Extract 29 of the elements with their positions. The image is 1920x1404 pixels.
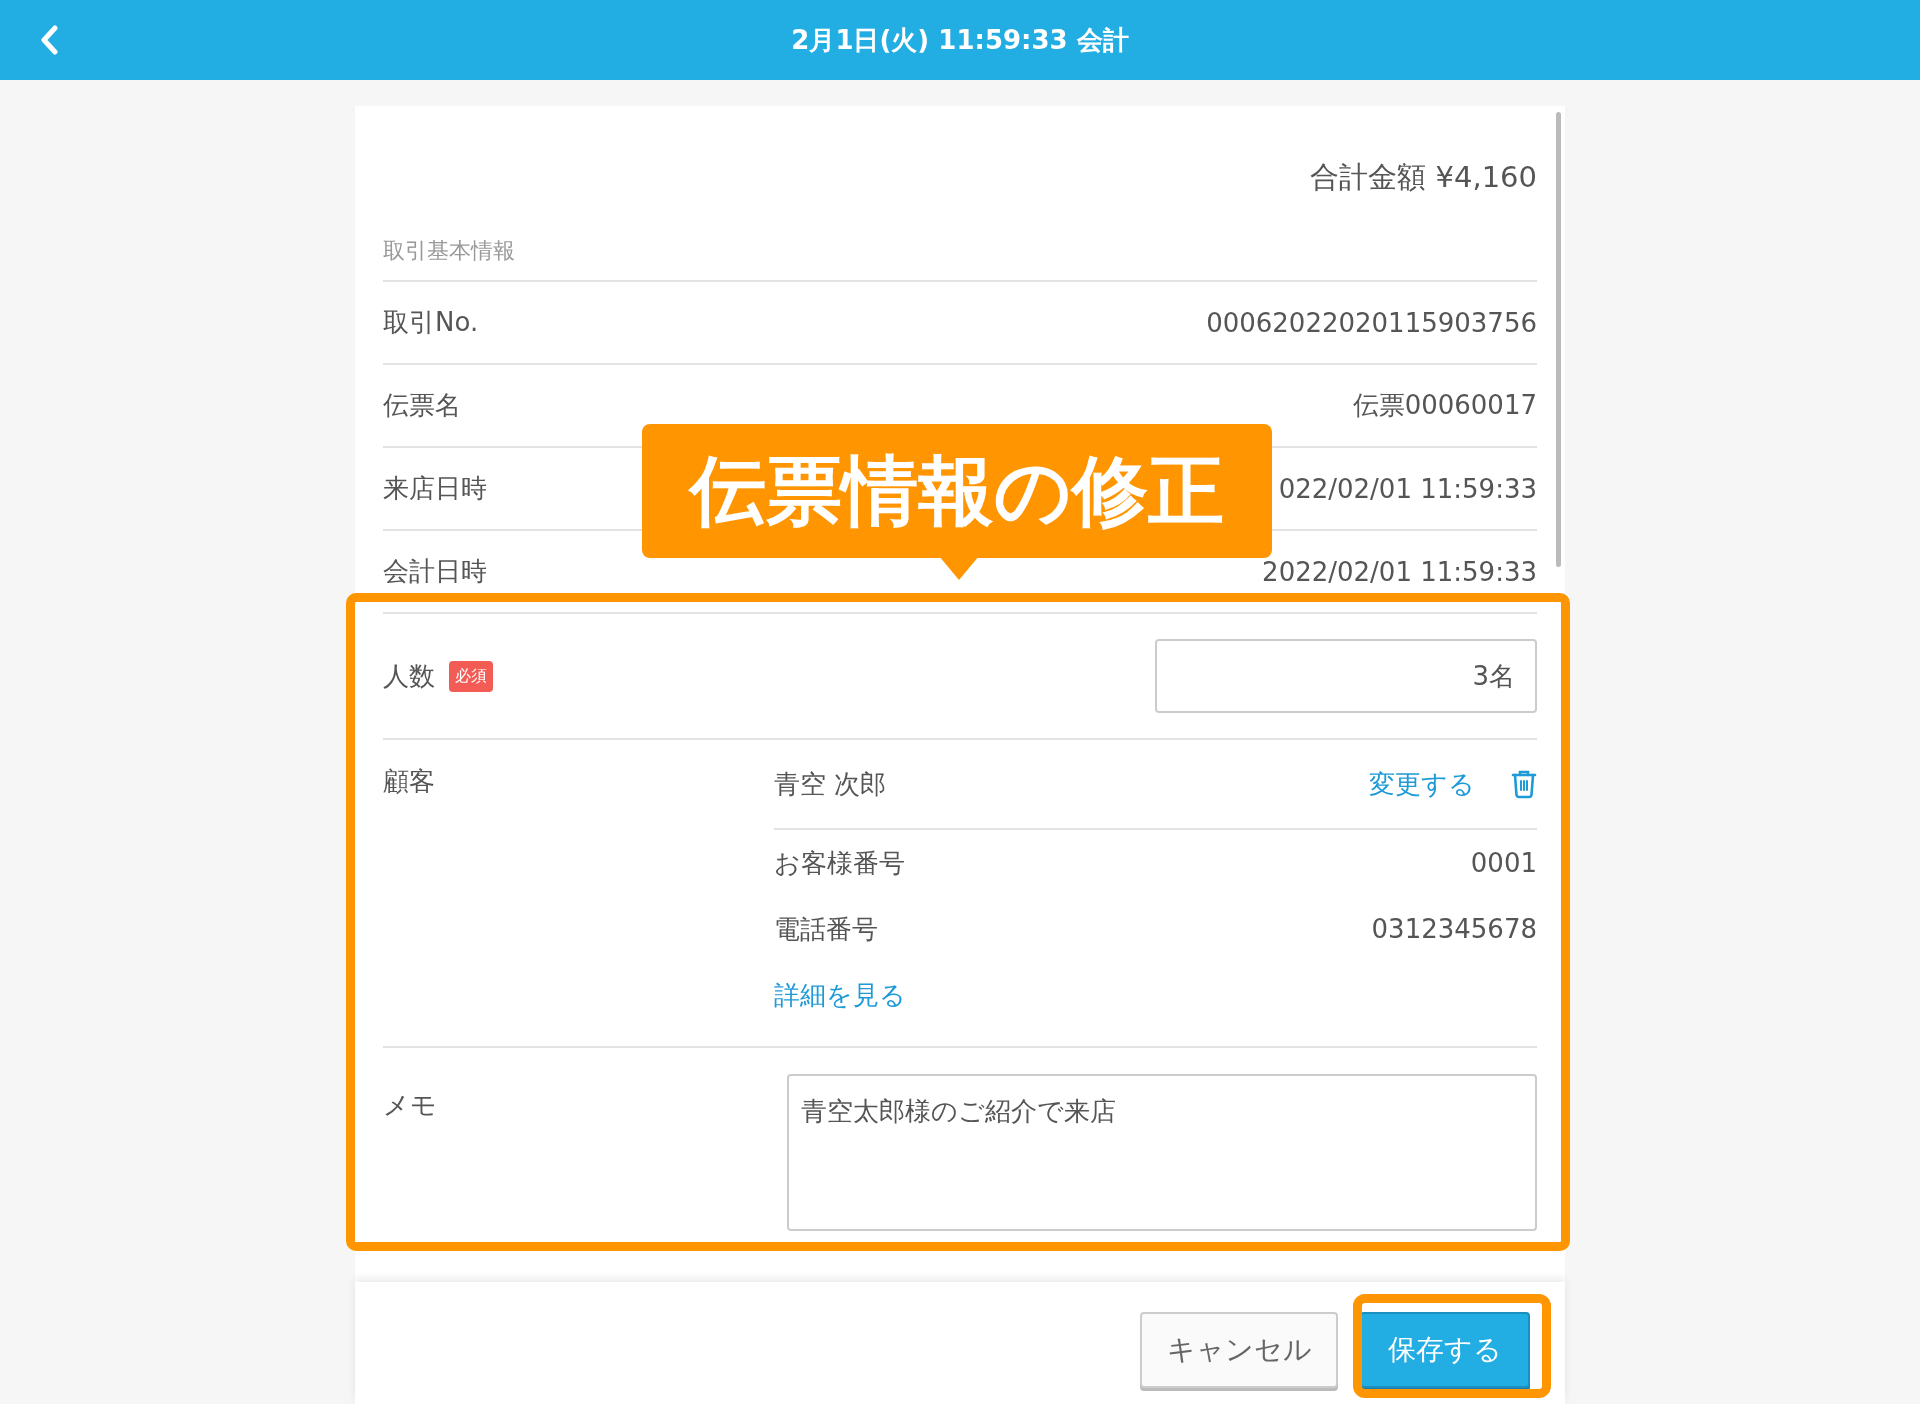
row-value: 022/02/01 11:59:33 bbox=[1278, 473, 1537, 504]
callout-pointer bbox=[939, 556, 979, 580]
row-label: 顧客 bbox=[383, 766, 435, 796]
row-value: 00062022020115903756 bbox=[1206, 307, 1537, 338]
row-label: 伝票名 bbox=[383, 389, 461, 422]
detail-value: 0312345678 bbox=[1371, 914, 1537, 944]
required-badge: 必須 bbox=[449, 660, 493, 692]
trash-icon[interactable] bbox=[1511, 769, 1537, 799]
detail-label: お客様番号 bbox=[774, 846, 905, 880]
row-label: メモ bbox=[383, 1090, 437, 1120]
callout: 伝票情報の修正 bbox=[642, 424, 1272, 558]
row-label: 来店日時 bbox=[383, 472, 487, 505]
detail-label: 電話番号 bbox=[774, 912, 878, 946]
section-label: 取引基本情報 bbox=[383, 238, 515, 263]
total-amount: 合計金額 ¥4,160 bbox=[1310, 159, 1537, 196]
guest-count-field[interactable]: 3名 bbox=[1155, 639, 1537, 713]
memo-field[interactable]: 青空太郎様のご紹介で来店 bbox=[787, 1074, 1537, 1231]
row-value: 伝票00060017 bbox=[1352, 389, 1537, 422]
row-value: 2022/02/01 11:59:33 bbox=[1262, 556, 1537, 587]
change-link[interactable]: 変更する bbox=[1369, 766, 1475, 802]
back-icon[interactable] bbox=[40, 25, 60, 55]
customer-name: 青空 次郎 bbox=[774, 767, 887, 801]
row-label: 会計日時 bbox=[383, 555, 487, 588]
detail-value: 0001 bbox=[1470, 848, 1537, 878]
detail-link[interactable]: 詳細を見る bbox=[774, 977, 906, 1013]
cancel-button[interactable]: キャンセル bbox=[1140, 1312, 1338, 1388]
header-title: 2月1日(火) 11:59:33 会計 bbox=[791, 23, 1129, 57]
row-label: 取引No. bbox=[383, 306, 479, 339]
row-label: 人数 bbox=[383, 659, 435, 693]
